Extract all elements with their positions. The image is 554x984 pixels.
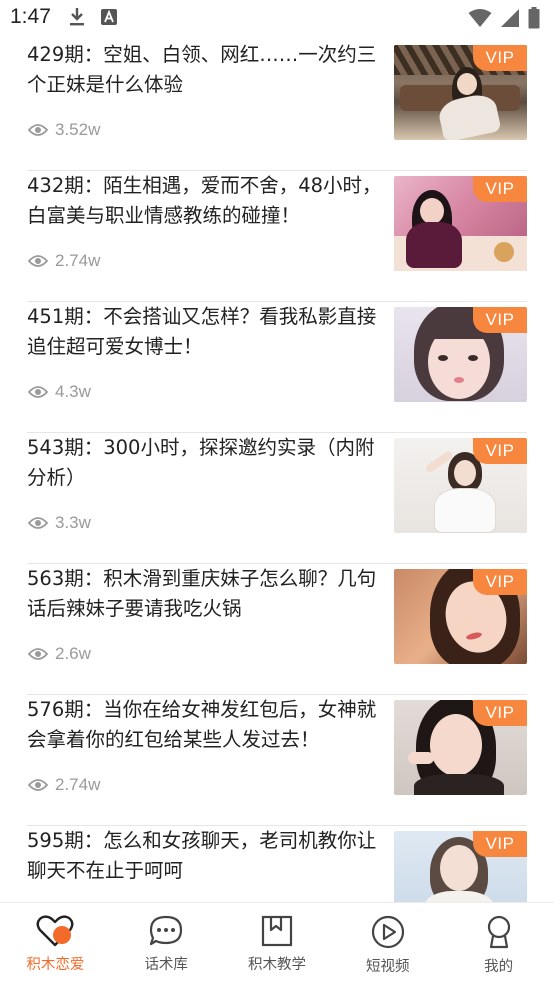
vip-badge: VIP — [473, 307, 527, 333]
article-card[interactable]: 429期：空姐、白领、网红……一次约三个正妹是什么体验 3.52w VIP — [0, 40, 554, 171]
view-count-value: 4.3w — [55, 382, 91, 401]
chat-bubble-icon — [150, 915, 183, 946]
vip-badge: VIP — [473, 176, 527, 202]
vip-badge: VIP — [473, 700, 527, 726]
eye-icon — [28, 255, 48, 267]
article-title: 432期：陌生相遇，爱而不舍，48小时，白富美与职业情感教练的碰撞！ — [27, 174, 382, 227]
tab-label: 积木教学 — [247, 957, 306, 973]
signal-icon — [501, 9, 519, 27]
article-thumbnail[interactable]: VIP — [394, 307, 527, 402]
heart-icon — [36, 915, 74, 947]
article-card[interactable]: 576期：当你在给女神发红包后，女神就会拿着你的红包给某些人发过去！ 2.74w… — [0, 695, 554, 826]
vip-badge: VIP — [473, 831, 527, 857]
bottom-tab-bar: 积木恋爱 话术库 积木教学 短视频 我的 — [0, 902, 554, 984]
article-title: 429期：空姐、白领、网红……一次约三个正妹是什么体验 — [27, 43, 377, 96]
bookmark-icon — [261, 915, 293, 947]
text-app-icon — [101, 9, 117, 25]
article-card[interactable]: 432期：陌生相遇，爱而不舍，48小时，白富美与职业情感教练的碰撞！ 2.74w… — [0, 171, 554, 302]
status-bar: 1:47 — [0, 0, 554, 36]
view-count: 3.52w — [28, 120, 100, 140]
article-card[interactable]: 543期：300小时，探探邀约实录（内附分析） 3.3w VIP — [0, 433, 554, 564]
user-icon — [487, 915, 510, 949]
article-thumbnail[interactable]: VIP — [394, 700, 527, 795]
view-count: 4.3w — [28, 382, 91, 402]
view-count-value: 2.6w — [55, 644, 91, 663]
article-title: 451期：不会搭讪又怎样？看我私影直接追住超可爱女博士！ — [27, 305, 377, 358]
view-count: 2.74w — [28, 251, 100, 271]
battery-icon — [528, 7, 540, 29]
tab-label: 我的 — [484, 959, 514, 975]
tab-label: 积木恋爱 — [26, 957, 85, 973]
tab-script-library[interactable]: 话术库 — [111, 903, 222, 984]
article-thumbnail[interactable]: VIP — [394, 569, 527, 664]
tab-label: 话术库 — [144, 957, 188, 973]
play-circle-icon — [371, 915, 404, 949]
tab-jimu-teaching[interactable]: 积木教学 — [222, 903, 333, 984]
view-count: 2.6w — [28, 644, 91, 664]
notification-icons — [68, 7, 118, 27]
view-count: 2.74w — [28, 775, 100, 795]
article-title: 563期：积木滑到重庆妹子怎么聊？几句话后辣妹子要请我吃火锅 — [27, 567, 377, 620]
article-title: 576期：当你在给女神发红包后，女神就会拿着你的红包给某些人发过去！ — [27, 698, 377, 751]
view-count-value: 2.74w — [55, 775, 101, 794]
system-icons — [468, 7, 540, 29]
article-title: 543期：300小时，探探邀约实录（内附分析） — [27, 436, 375, 489]
article-thumbnail[interactable]: VIP — [394, 831, 527, 902]
status-time: 1:47 — [10, 5, 51, 28]
wifi-icon — [468, 9, 492, 27]
view-count-value: 2.74w — [55, 251, 101, 270]
eye-icon — [28, 517, 48, 529]
vip-badge: VIP — [473, 569, 527, 595]
article-card[interactable]: 595期：怎么和女孩聊天，老司机教你让聊天不在止于呵呵 VIP — [0, 826, 554, 902]
eye-icon — [28, 779, 48, 791]
tab-label: 短视频 — [366, 959, 410, 975]
eye-icon — [28, 124, 48, 136]
article-title: 595期：怎么和女孩聊天，老司机教你让聊天不在止于呵呵 — [27, 829, 377, 882]
article-feed[interactable]: 429期：空姐、白领、网红……一次约三个正妹是什么体验 3.52w VIP 43… — [0, 36, 554, 902]
article-thumbnail[interactable]: VIP — [394, 45, 527, 140]
tab-jimu-love[interactable]: 积木恋爱 — [0, 903, 111, 984]
view-count: 3.3w — [28, 513, 91, 533]
article-thumbnail[interactable]: VIP — [394, 176, 527, 271]
article-card[interactable]: 563期：积木滑到重庆妹子怎么聊？几句话后辣妹子要请我吃火锅 2.6w VIP — [0, 564, 554, 695]
view-count-value: 3.3w — [55, 513, 91, 532]
download-icon — [70, 8, 84, 26]
eye-icon — [28, 648, 48, 660]
article-thumbnail[interactable]: VIP — [394, 438, 527, 533]
eye-icon — [28, 386, 48, 398]
tab-short-video[interactable]: 短视频 — [332, 903, 443, 984]
tab-my-profile[interactable]: 我的 — [443, 903, 554, 984]
vip-badge: VIP — [473, 45, 527, 71]
view-count-value: 3.52w — [55, 120, 101, 139]
article-card[interactable]: 451期：不会搭讪又怎样？看我私影直接追住超可爱女博士！ 4.3w VIP — [0, 302, 554, 433]
vip-badge: VIP — [473, 438, 527, 464]
